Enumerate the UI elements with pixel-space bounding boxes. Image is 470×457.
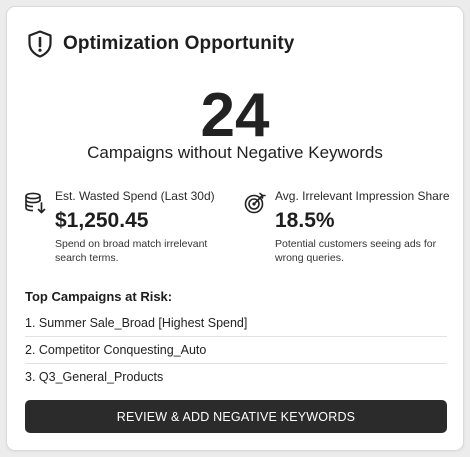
campaign-count-label: Campaigns without Negative Keywords	[87, 143, 383, 162]
risk-campaign-item[interactable]: 3. Q3_General_Products	[25, 364, 447, 391]
impression-share-value: 18.5%	[275, 209, 335, 232]
risk-campaign-item[interactable]: 1. Summer Sale_Broad [Highest Spend]	[25, 310, 447, 337]
impression-share-metric: Avg. Irrelevant Impression Share 18.5% P…	[243, 189, 453, 265]
shield-alert-icon	[28, 30, 52, 58]
impression-share-description: Potential customers seeing ads for wrong…	[275, 238, 437, 264]
wasted-spend-value: $1,250.45	[55, 209, 149, 232]
risk-campaign-item[interactable]: 2. Competitor Conquesting_Auto	[25, 337, 447, 364]
impression-share-label: Avg. Irrelevant Impression Share	[275, 189, 450, 203]
card-title: Optimization Opportunity	[63, 33, 295, 54]
risk-section-title: Top Campaigns at Risk:	[25, 289, 173, 304]
campaign-count: 24	[200, 81, 270, 150]
target-icon	[244, 192, 266, 214]
wasted-spend-description: Spend on broad match irrelevant search t…	[55, 238, 208, 264]
review-add-negative-keywords-button[interactable]: REVIEW & ADD NEGATIVE KEYWORDS	[25, 400, 447, 433]
optimization-card: Optimization Opportunity 24 Campaigns wi…	[6, 6, 464, 451]
wasted-spend-metric: Est. Wasted Spend (Last 30d) $1,250.45 S…	[23, 189, 229, 265]
database-arrow-down-icon	[25, 192, 46, 214]
risk-campaign-list: 1. Summer Sale_Broad [Highest Spend] 2. …	[25, 310, 447, 391]
impression-share-text: Avg. Irrelevant Impression Share 18.5% P…	[275, 189, 453, 265]
wasted-spend-label: Est. Wasted Spend (Last 30d)	[55, 189, 215, 203]
wasted-spend-text: Est. Wasted Spend (Last 30d) $1,250.45 S…	[55, 189, 229, 265]
card-header: Optimization Opportunity	[25, 29, 294, 59]
